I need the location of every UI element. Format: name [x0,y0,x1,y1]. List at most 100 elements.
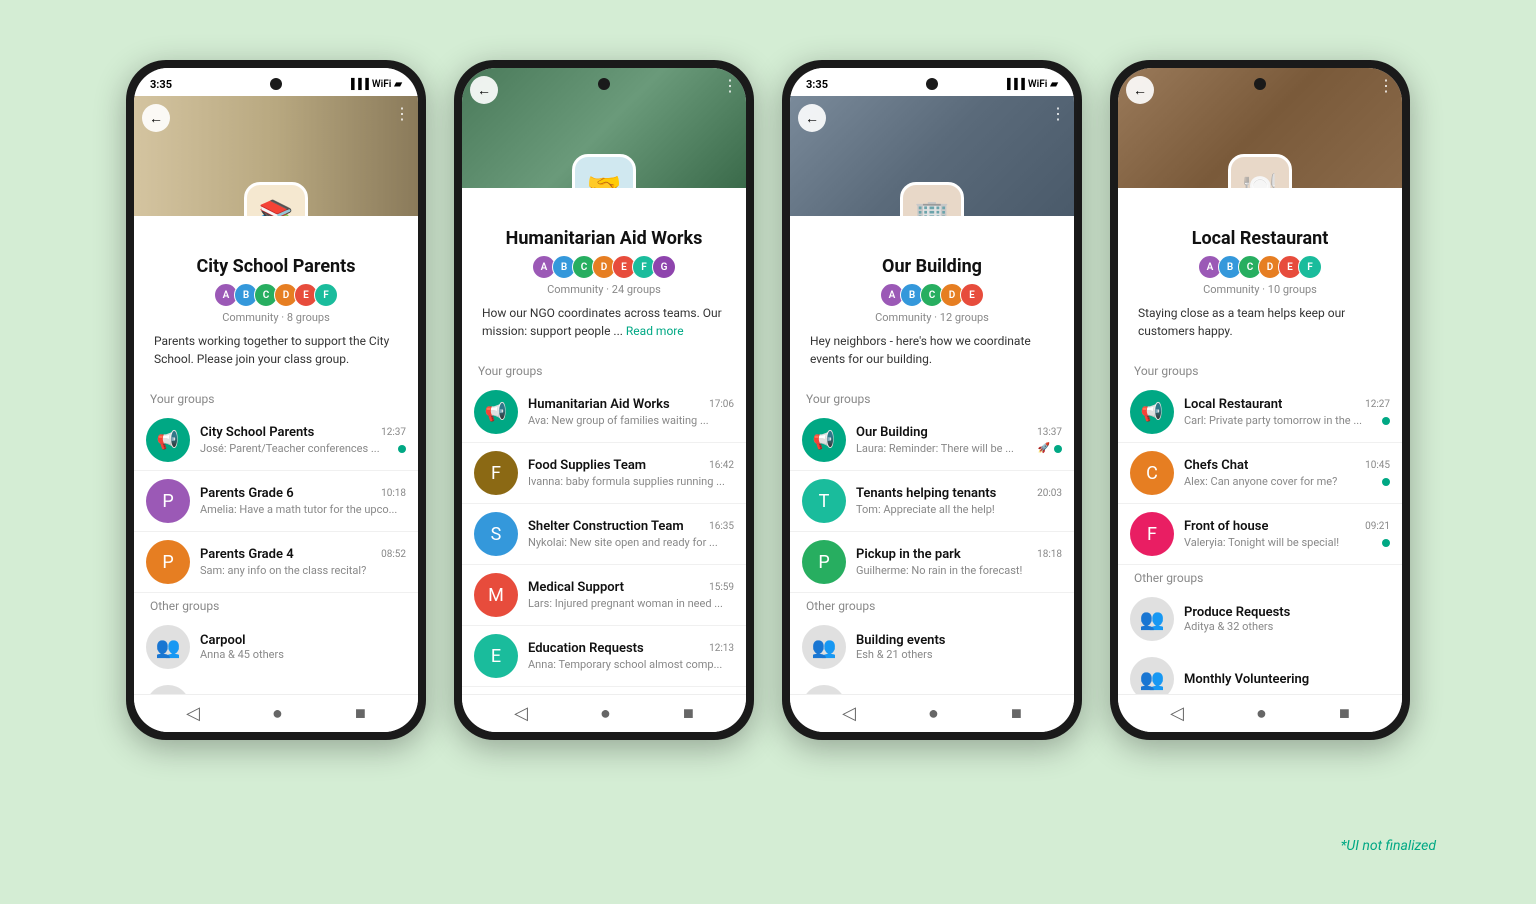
member-avatars: ABCDEF [150,283,402,307]
nav-bar: ◁ ● ■ [462,694,746,732]
more-button[interactable]: ⋮ [1378,76,1394,95]
chat-list: Your groups📢Our Building13:37Laura: Remi… [790,386,1074,694]
other-group-item[interactable]: 👥Monthly Volunteering [1118,649,1402,694]
chat-time: 17:06 [709,399,734,410]
more-button[interactable]: ⋮ [722,76,738,95]
chat-item[interactable]: PParents Grade 408:52Sam: any info on th… [134,532,418,593]
chat-bottom: José: Parent/Teacher conferences ... [200,442,406,455]
back-nav-button[interactable]: ◁ [1170,703,1184,724]
chat-item[interactable]: 📢Local Restaurant12:27Carl: Private part… [1118,382,1402,443]
community-meta: Community · 24 groups [478,283,730,296]
back-nav-button[interactable]: ◁ [842,703,856,724]
nav-bar: ◁ ● ■ [790,694,1074,732]
square-nav-button[interactable]: ■ [683,703,694,724]
community-meta: Community · 12 groups [806,311,1058,324]
phone-humanitarian: ←⋮🤝Humanitarian Aid WorksABCDEFGCommunit… [454,60,754,740]
other-group-item[interactable]: 👥Parents Grade 5 [134,677,418,694]
chat-avatar: C [1130,451,1174,495]
chat-item[interactable]: PParents Grade 610:18Amelia: Have a math… [134,471,418,532]
back-button[interactable]: ← [798,104,826,132]
your-groups-label: Your groups [462,358,746,382]
chat-item[interactable]: TTenants helping tenants20:03Tom: Apprec… [790,471,1074,532]
chat-time: 20:03 [1037,488,1062,499]
more-button[interactable]: ⋮ [1050,104,1066,123]
chat-name: Parents Grade 6 [200,486,294,501]
other-groups-label: Other groups [1118,565,1402,589]
chat-item[interactable]: 📢Humanitarian Aid Works17:06Ava: New gro… [462,382,746,443]
chat-name: Local Restaurant [1184,397,1282,412]
header-image: ←⋮📚 [134,96,418,216]
square-nav-button[interactable]: ■ [355,703,366,724]
phone-screen: ←⋮🤝Humanitarian Aid WorksABCDEFGCommunit… [462,68,746,732]
header-image: ←⋮🏢 [790,96,1074,216]
chat-time: 18:18 [1037,549,1062,560]
chat-item[interactable]: 📢Our Building13:37Laura: Reminder: There… [790,410,1074,471]
chat-name: Education Requests [528,641,644,656]
back-nav-button[interactable]: ◁ [514,703,528,724]
chat-time: 13:37 [1037,427,1062,438]
chat-item[interactable]: SShelter Construction Team16:35Nykolai: … [462,504,746,565]
back-button[interactable]: ← [470,76,498,104]
chat-preview: Tom: Appreciate all the help! [856,503,1062,516]
chat-bottom: Lars: Injured pregnant woman in need ... [528,597,734,610]
square-nav-button[interactable]: ■ [1339,703,1350,724]
phone-screen: 3:35 ▐▐▐ WiFi ▰ ←⋮📚City School ParentsAB… [134,68,418,732]
home-nav-button[interactable]: ● [600,703,611,724]
your-groups-label: Your groups [134,386,418,410]
chat-item[interactable]: FFood Supplies Team16:42Ivanna: baby for… [462,443,746,504]
chat-content: Local Restaurant12:27Carl: Private party… [1184,397,1390,427]
status-icons: ▐▐▐ WiFi ▰ [1004,79,1058,90]
chat-bottom: Valeryia: Tonight will be special! [1184,536,1390,549]
other-group-content: CarpoolAnna & 45 others [200,633,284,661]
other-group-item[interactable]: 👥CarpoolAnna & 45 others [134,617,418,677]
chat-item[interactable]: PPickup in the park18:18Guilherme: No ra… [790,532,1074,593]
chat-name: Front of house [1184,519,1268,534]
member-avatar: G [652,255,676,279]
home-nav-button[interactable]: ● [272,703,283,724]
chat-avatar: M [474,573,518,617]
home-nav-button[interactable]: ● [1256,703,1267,724]
chat-time: 16:42 [709,460,734,471]
chat-item[interactable]: C Chefs Chat10:45Alex: Can anyone cover f… [1118,443,1402,504]
chat-content: Parents Grade 408:52Sam: any info on the… [200,547,406,577]
online-dot [1054,445,1062,453]
community-info: City School ParentsABCDEFCommunity · 8 g… [134,216,418,386]
status-icons: ▐▐▐ WiFi ▰ [348,79,402,90]
home-nav-button[interactable]: ● [928,703,939,724]
chat-name: Tenants helping tenants [856,486,996,501]
nav-bar: ◁ ● ■ [1118,694,1402,732]
phone-school: 3:35 ▐▐▐ WiFi ▰ ←⋮📚City School ParentsAB… [126,60,426,740]
chat-avatar: F [1130,512,1174,556]
other-group-content: Building eventsEsh & 21 others [856,633,946,661]
chat-avatar: 📢 [474,390,518,434]
back-nav-button[interactable]: ◁ [186,703,200,724]
back-button[interactable]: ← [142,104,170,132]
community-meta: Community · 8 groups [150,311,402,324]
other-group-avatar: 👥 [146,685,190,694]
phone-screen: ←⋮🍽️Local RestaurantABCDEFCommunity · 10… [1118,68,1402,732]
chat-preview: Valeryia: Tonight will be special! [1184,536,1378,549]
chat-content: Chefs Chat10:45Alex: Can anyone cover fo… [1184,458,1390,488]
other-group-avatar: 👥 [1130,657,1174,694]
member-avatars: ABCDEF [1134,255,1386,279]
member-avatar: F [1298,255,1322,279]
status-time: 3:35 [806,78,828,91]
back-button[interactable]: ← [1126,76,1154,104]
community-info: Local RestaurantABCDEFCommunity · 10 gro… [1118,188,1402,358]
chat-name: Food Supplies Team [528,458,646,473]
chat-top: City School Parents12:37 [200,425,406,440]
signal-icon: ▐▐▐ [1004,79,1025,90]
square-nav-button[interactable]: ■ [1011,703,1022,724]
chat-item[interactable]: F Front of house 09:21 Valeryia: Tonight wi… [1118,504,1402,565]
chat-item[interactable]: EEducation Requests12:13Anna: Temporary … [462,626,746,687]
read-more-link[interactable]: Read more [626,324,684,338]
other-group-item[interactable]: 👥Dog owners [790,677,1074,694]
more-button[interactable]: ⋮ [394,104,410,123]
other-group-item[interactable]: 👥Building eventsEsh & 21 others [790,617,1074,677]
chat-item[interactable]: 📢City School Parents12:37José: Parent/Te… [134,410,418,471]
chat-item[interactable]: MMedical Support15:59Lars: Injured pregn… [462,565,746,626]
other-group-item[interactable]: 👥Produce RequestsAditya & 32 others [1118,589,1402,649]
chat-time: 09:21 [1365,521,1390,532]
community-name: Local Restaurant [1134,228,1386,249]
chat-content: Food Supplies Team16:42Ivanna: baby form… [528,458,734,488]
